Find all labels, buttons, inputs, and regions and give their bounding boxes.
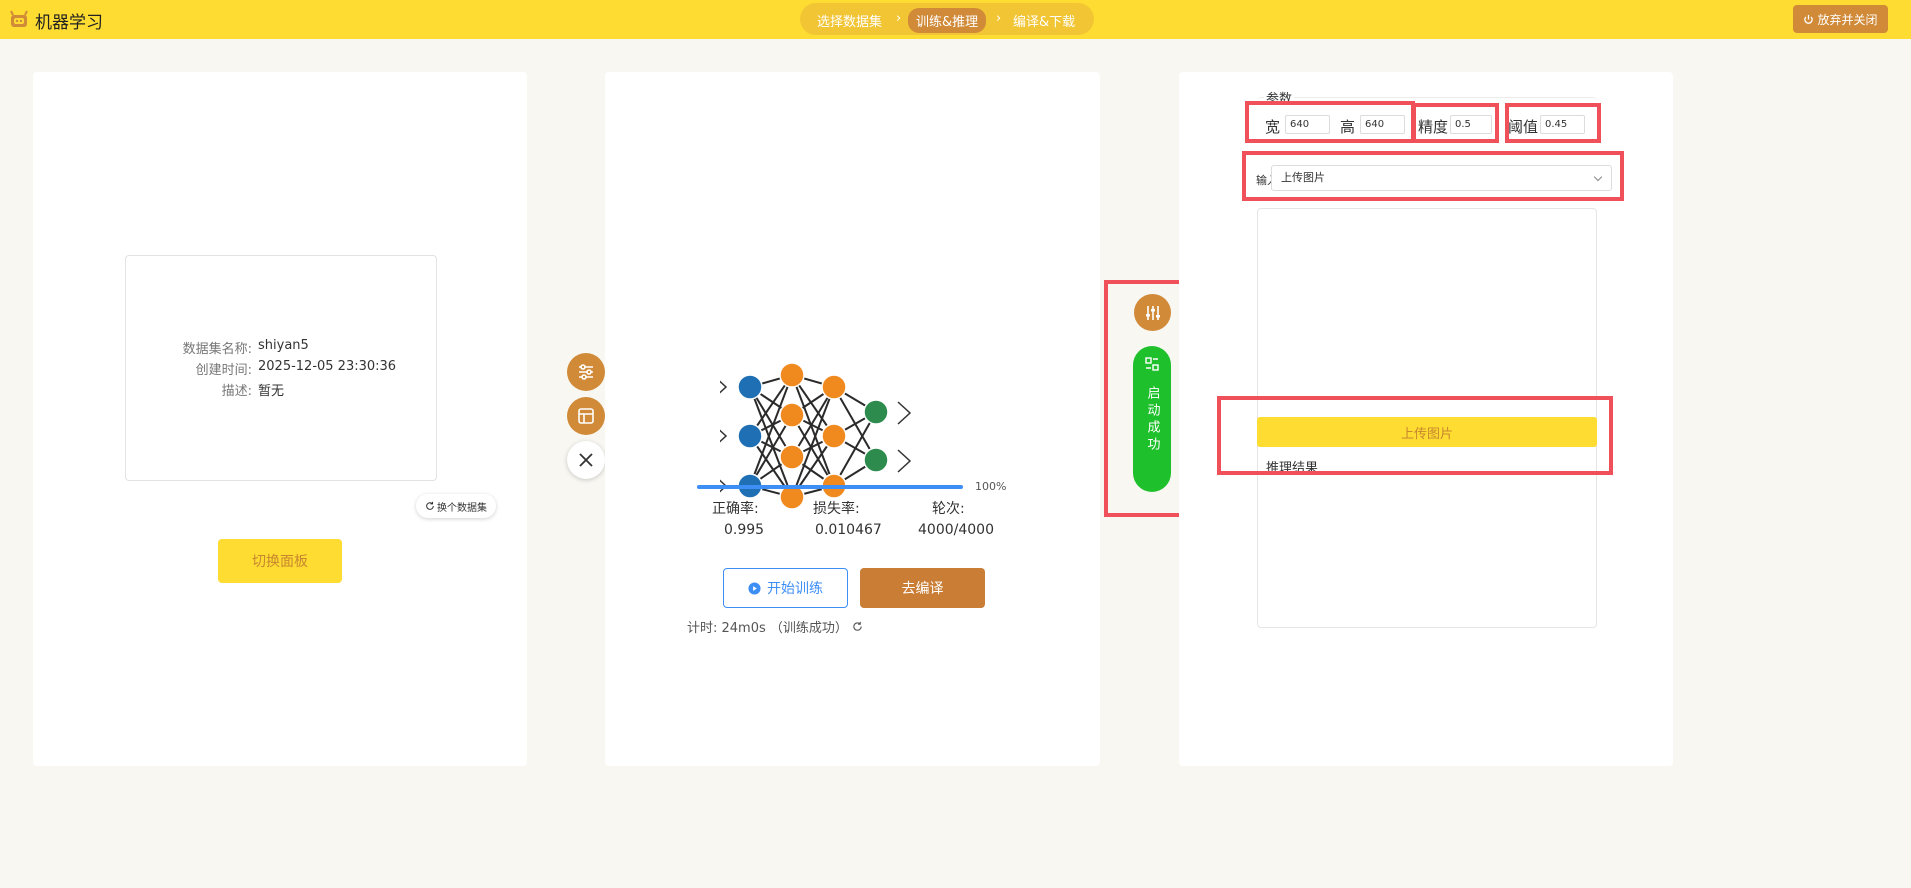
training-panel: 100% 正确率: 0.995 损失率: 0.010467 轮次: 4000/4…	[605, 72, 1100, 766]
refresh-icon	[426, 501, 434, 510]
dataset-created-value: 2025-12-05 23:30:36	[258, 359, 397, 374]
dataset-created-label: 创建时间:	[195, 363, 252, 378]
go-compile-button[interactable]: 去编译	[860, 568, 985, 608]
nn-hidden-node	[779, 402, 805, 428]
start-training-button[interactable]: 开始训练	[723, 568, 848, 608]
sliders-icon	[1145, 305, 1160, 320]
layout-tool-button[interactable]	[567, 397, 605, 435]
step-chevron-icon: ›	[896, 11, 902, 26]
training-progress-text: 100%	[975, 480, 1007, 493]
highlight-box	[1505, 103, 1601, 143]
layout-icon	[578, 408, 594, 424]
dataset-info-card: 数据集名称: shiyan5 创建时间: 2025-12-05 23:30:36…	[125, 255, 437, 481]
step-navigator: 选择数据集 › 训练&推理 › 编译&下载	[800, 3, 1094, 35]
highlight-box	[1412, 103, 1499, 143]
robot-logo-icon	[10, 10, 28, 27]
dataset-panel: 数据集名称: shiyan5 创建时间: 2025-12-05 23:30:36…	[33, 72, 527, 766]
nn-hidden-node	[779, 362, 805, 388]
power-icon	[1804, 14, 1814, 24]
launch-status-label: 启动成功	[1144, 386, 1160, 454]
close-tool-button[interactable]	[567, 441, 605, 479]
epoch-label: 轮次:	[932, 501, 965, 517]
switch-dataset-button[interactable]: 换个数据集	[416, 494, 496, 518]
exit-button[interactable]: 放弃并关闭	[1793, 5, 1888, 33]
close-icon	[579, 453, 593, 467]
start-training-label: 开始训练	[767, 581, 823, 597]
nn-hidden-node	[821, 423, 847, 449]
step-compile-download[interactable]: 编译&下载	[1013, 11, 1075, 30]
settings-tool-button[interactable]	[567, 353, 605, 391]
step-chevron-icon: ›	[996, 11, 1002, 26]
accuracy-value: 0.995	[724, 522, 765, 538]
accuracy-label: 正确率:	[712, 501, 759, 517]
timer-text: 计时: 24m0s （训练成功）	[687, 621, 848, 636]
training-progress-fill	[697, 485, 963, 489]
scan-icon	[1145, 357, 1159, 371]
dataset-desc-value: 暂无	[258, 384, 285, 399]
highlight-box	[1242, 151, 1624, 201]
highlight-box	[1217, 396, 1613, 475]
loss-label: 损失率:	[813, 501, 860, 517]
switch-dataset-label: 换个数据集	[437, 502, 487, 514]
training-progress-bar	[697, 485, 963, 489]
dataset-name-value: shiyan5	[258, 338, 309, 353]
step-train-infer[interactable]: 训练&推理	[908, 8, 987, 33]
nn-hidden-node	[779, 444, 805, 470]
highlight-box	[1245, 101, 1415, 143]
sliders-icon	[579, 364, 593, 380]
toggle-panel-button[interactable]: 切换面板	[218, 539, 342, 583]
nn-output-node	[863, 399, 889, 425]
refresh-icon[interactable]	[852, 621, 863, 632]
exit-label: 放弃并关闭	[1817, 12, 1878, 27]
play-circle-icon	[748, 581, 761, 595]
app-title: 机器学习	[35, 13, 103, 33]
step-select-dataset[interactable]: 选择数据集	[817, 11, 882, 30]
top-bar: 机器学习 选择数据集 › 训练&推理 › 编译&下载 放弃并关闭	[0, 0, 1911, 39]
inference-settings-button[interactable]	[1134, 294, 1171, 331]
training-timer: 计时: 24m0s （训练成功）	[687, 617, 863, 636]
loss-value: 0.010467	[815, 522, 882, 538]
nn-hidden-node	[821, 374, 847, 400]
dataset-name-label: 数据集名称:	[182, 342, 252, 357]
nn-input-node	[737, 374, 763, 400]
nn-output-node	[863, 447, 889, 473]
launch-status-button[interactable]: 启动成功	[1133, 346, 1171, 492]
nn-input-node	[737, 423, 763, 449]
dataset-desc-label: 描述:	[221, 384, 252, 399]
epoch-value: 4000/4000	[918, 522, 994, 538]
